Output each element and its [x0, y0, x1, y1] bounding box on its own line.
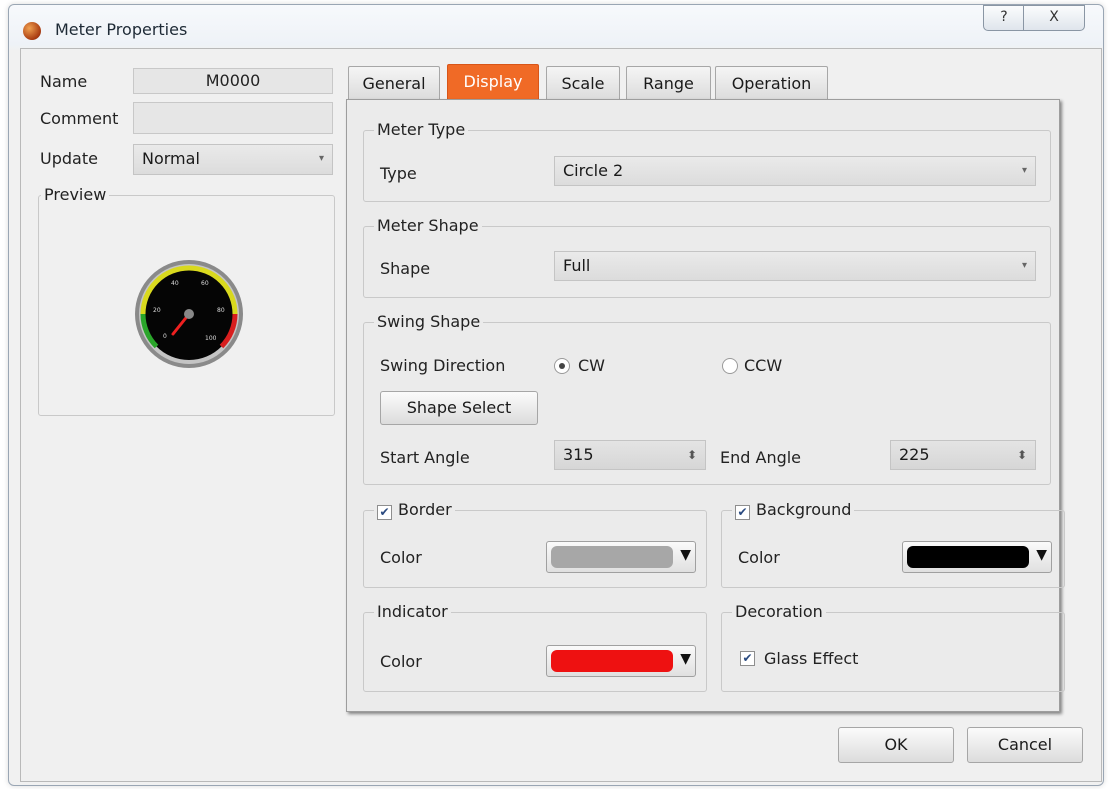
end-angle-value: 225	[899, 445, 930, 464]
background-group-title: ✔ Background	[732, 500, 855, 520]
display-tab-panel: Meter Type Type Circle 2 ▾ Meter Shape S…	[346, 99, 1065, 712]
meter-type-title: Meter Type	[374, 120, 469, 139]
tab-display[interactable]: Display	[447, 64, 539, 100]
tab-scale[interactable]: Scale	[546, 66, 620, 99]
indicator-title: Indicator	[374, 602, 451, 621]
tab-operation[interactable]: Operation	[715, 66, 828, 99]
meter-type-group: Meter Type Type Circle 2 ▾	[363, 120, 1051, 202]
chevron-down-icon: ▾	[318, 153, 324, 164]
start-angle-spinner[interactable]: 315 ⬍	[554, 440, 706, 470]
tab-scale-label: Scale	[561, 74, 605, 93]
cancel-button[interactable]: Cancel	[967, 727, 1083, 763]
name-label: Name	[40, 72, 88, 91]
start-angle-value: 315	[563, 445, 594, 464]
glass-effect-label: Glass Effect	[764, 649, 859, 668]
preview-group-title: Preview	[41, 185, 110, 204]
help-button[interactable]: ?	[983, 5, 1025, 31]
shape-select-button[interactable]: Shape Select	[380, 391, 538, 425]
type-label: Type	[380, 164, 417, 183]
background-color-picker[interactable]: ▼	[902, 541, 1052, 573]
type-select[interactable]: Circle 2 ▾	[554, 156, 1036, 186]
gauge-tick-label: 80	[217, 307, 225, 314]
indicator-color-picker[interactable]: ▼	[546, 645, 696, 677]
gauge-tick-label: 40	[171, 280, 179, 287]
background-color-swatch	[907, 546, 1029, 568]
preview-group: Preview 0 20 40 60 80 100	[38, 185, 335, 416]
title-bar: Meter Properties ? X	[9, 5, 1103, 49]
gauge-tick-label: 100	[205, 335, 217, 342]
background-color-label: Color	[738, 548, 780, 567]
caret-down-icon: ▼	[1036, 547, 1047, 563]
app-icon	[23, 22, 41, 40]
border-color-picker[interactable]: ▼	[546, 541, 696, 573]
tab-range-label: Range	[643, 74, 694, 93]
close-icon: X	[1049, 9, 1059, 25]
chevron-down-icon: ▾	[1021, 260, 1027, 271]
meter-shape-group: Meter Shape Shape Full ▾	[363, 216, 1051, 298]
border-group: ✔ Border Color ▼	[363, 500, 707, 588]
background-title: Background	[756, 500, 852, 519]
tab-operation-label: Operation	[731, 74, 812, 93]
comment-label: Comment	[40, 109, 119, 128]
border-group-title: ✔ Border	[374, 500, 455, 520]
meter-shape-title: Meter Shape	[374, 216, 482, 235]
decoration-group: Decoration ✔ Glass Effect	[721, 602, 1065, 692]
spin-arrows-icon[interactable]: ⬍	[1017, 441, 1027, 469]
background-checkbox[interactable]: ✔	[735, 505, 750, 520]
comment-field[interactable]	[133, 102, 333, 134]
meter-preview: 0 20 40 60 80 100	[135, 260, 243, 368]
swing-shape-title: Swing Shape	[374, 312, 484, 331]
tab-display-label: Display	[463, 72, 523, 91]
update-select-value: Normal	[142, 149, 200, 168]
glass-effect-checkbox[interactable]: ✔	[740, 651, 755, 666]
gauge-tick-label: 0	[163, 333, 167, 340]
gauge-hub	[184, 309, 194, 319]
name-field[interactable]: M0000	[133, 68, 333, 94]
ok-button[interactable]: OK	[838, 727, 954, 763]
tab-general[interactable]: General	[348, 66, 440, 99]
indicator-color-label: Color	[380, 652, 422, 671]
border-title: Border	[398, 500, 452, 519]
ccw-radio[interactable]	[722, 358, 738, 374]
update-select[interactable]: Normal ▾	[133, 144, 333, 175]
caret-down-icon: ▼	[680, 651, 691, 667]
end-angle-spinner[interactable]: 225 ⬍	[890, 440, 1036, 470]
close-button[interactable]: X	[1023, 5, 1085, 31]
start-angle-label: Start Angle	[380, 448, 470, 467]
border-color-label: Color	[380, 548, 422, 567]
cw-label: CW	[578, 356, 605, 375]
caret-down-icon: ▼	[680, 547, 691, 563]
cw-radio[interactable]	[554, 358, 570, 374]
indicator-color-swatch	[551, 650, 673, 672]
gauge-tick-label: 60	[201, 280, 209, 287]
spin-arrows-icon[interactable]: ⬍	[687, 441, 697, 469]
border-color-swatch	[551, 546, 673, 568]
swing-shape-group: Swing Shape Swing Direction CW CCW Shape…	[363, 312, 1051, 485]
update-label: Update	[40, 149, 98, 168]
tab-general-label: General	[362, 74, 426, 93]
gauge-tick-label: 20	[153, 307, 161, 314]
chevron-down-icon: ▾	[1021, 165, 1027, 176]
help-icon: ?	[1000, 9, 1008, 25]
tab-range[interactable]: Range	[626, 66, 711, 99]
window-title: Meter Properties	[55, 20, 188, 39]
border-checkbox[interactable]: ✔	[377, 505, 392, 520]
shape-select[interactable]: Full ▾	[554, 251, 1036, 281]
swing-direction-label: Swing Direction	[380, 356, 506, 375]
type-select-value: Circle 2	[563, 161, 624, 180]
ccw-label: CCW	[744, 356, 783, 375]
background-group: ✔ Background Color ▼	[721, 500, 1065, 588]
shape-select-value: Full	[563, 256, 591, 275]
decoration-title: Decoration	[732, 602, 826, 621]
end-angle-label: End Angle	[720, 448, 802, 467]
shape-label: Shape	[380, 259, 431, 278]
indicator-group: Indicator Color ▼	[363, 602, 707, 692]
